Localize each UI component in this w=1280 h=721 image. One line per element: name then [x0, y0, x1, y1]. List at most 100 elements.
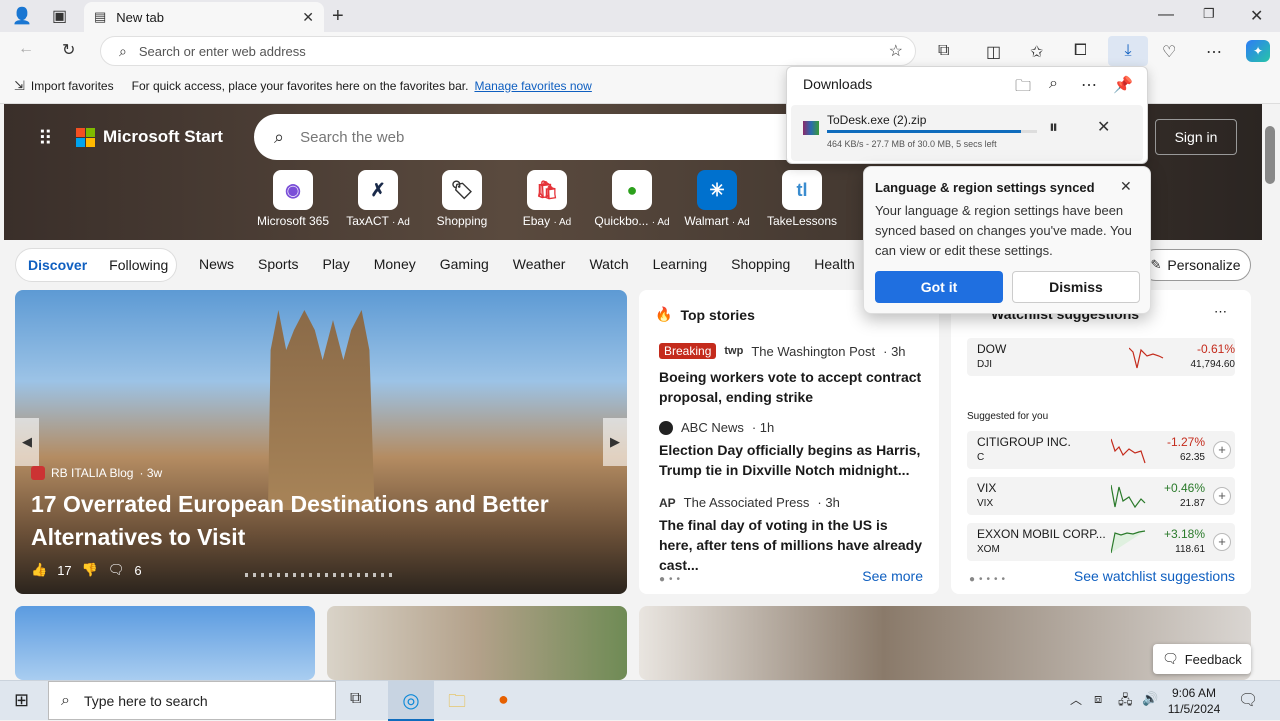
see-watchlist-link[interactable]: See watchlist suggestions — [1074, 568, 1235, 584]
network-icon[interactable]: 🖧 — [1118, 691, 1133, 713]
quick-link-takelessons[interactable]: tl TakeLessons — [762, 170, 842, 228]
stock-row-dow[interactable]: DOW DJI -0.61% 41,794.60 — [967, 338, 1235, 376]
maximize-button[interactable]: ❐ — [1203, 6, 1215, 22]
see-more-link[interactable]: See more — [862, 568, 923, 584]
nav-sports[interactable]: Sports — [258, 256, 298, 272]
fire-icon: 🔥 — [655, 306, 673, 322]
task-view-icon[interactable]: ⧉ — [350, 690, 361, 708]
nav-shopping[interactable]: Shopping — [731, 256, 790, 272]
web-search-input[interactable]: ⌕ Search the web — [254, 114, 814, 160]
quick-link-quickbooks[interactable]: ● Quickbo... · Ad — [592, 170, 672, 228]
popup-title: Language & region settings synced — [875, 180, 1095, 195]
tab-new-tab[interactable]: ▤ New tab ✕ — [84, 2, 324, 32]
clock[interactable]: 9:06 AM 11/5/2024 — [1166, 685, 1222, 717]
nav-money[interactable]: Money — [374, 256, 416, 272]
pause-icon[interactable]: ⏸ — [1049, 117, 1058, 138]
firefox-icon[interactable]: ● — [498, 689, 509, 710]
volume-icon[interactable]: 🔊 — [1142, 691, 1158, 707]
tray-icon[interactable]: ⧈ — [1094, 691, 1102, 707]
search-downloads-icon[interactable]: ⌕ — [1049, 75, 1058, 93]
more-menu-icon[interactable]: ⋯ — [1206, 42, 1222, 62]
nav-weather[interactable]: Weather — [513, 256, 566, 272]
tab-following[interactable]: Following — [109, 257, 168, 273]
scrollbar[interactable] — [1262, 104, 1278, 680]
close-popup-icon[interactable]: ✕ — [1120, 178, 1132, 195]
file-explorer-icon[interactable]: 🗀 — [448, 689, 466, 719]
pagination-dots[interactable]: ●•• — [659, 574, 684, 585]
copilot-icon[interactable]: ✦ — [1246, 40, 1270, 62]
windows-start-icon[interactable]: ⊞ — [14, 690, 29, 711]
nav-news[interactable]: News — [199, 256, 234, 272]
carousel-next-button[interactable]: ▶ — [603, 418, 627, 466]
collections-icon[interactable]: ⧠ — [1074, 42, 1087, 60]
edge-taskbar-icon[interactable]: ◎ — [388, 681, 434, 721]
sign-in-button[interactable]: Sign in — [1155, 119, 1237, 155]
dislike-icon[interactable]: 👎 — [82, 562, 98, 578]
quick-link-taxact[interactable]: ✗ TaxACT · Ad — [338, 170, 418, 228]
carousel-prev-button[interactable]: ◀ — [15, 418, 39, 466]
notifications-icon[interactable]: 🗨 — [1238, 690, 1258, 710]
nav-play[interactable]: Play — [322, 256, 349, 272]
search-icon: ⌕ — [274, 126, 285, 147]
refresh-icon[interactable]: ↻ — [62, 40, 75, 60]
import-favorites-button[interactable]: Import favorites — [31, 79, 114, 93]
new-tab-button[interactable]: + — [332, 5, 344, 28]
tab-actions-icon[interactable]: ▣ — [52, 6, 67, 26]
manage-favorites-link[interactable]: Manage favorites now — [474, 79, 591, 93]
comment-icon[interactable]: 🗨 — [108, 562, 125, 578]
pin-icon[interactable]: 📌 — [1113, 75, 1133, 95]
hero-headline[interactable]: 17 Overrated European Destinations and B… — [31, 488, 591, 554]
tab-discover[interactable]: Discover — [28, 257, 87, 273]
article-card[interactable] — [15, 606, 315, 680]
microsoft-start-logo[interactable]: Microsoft Start — [76, 127, 223, 147]
profile-icon[interactable]: 👤 — [12, 6, 32, 26]
split-screen-icon[interactable]: ◫ — [986, 42, 1001, 62]
favorites-icon[interactable]: ✩ — [1030, 42, 1043, 62]
stock-row-vix[interactable]: VIX VIX +0.46% 21.87 + — [967, 477, 1235, 515]
story-headline[interactable]: The final day of voting in the US is her… — [659, 515, 924, 575]
story-headline[interactable]: Boeing workers vote to accept contract p… — [659, 367, 924, 407]
more-options-icon[interactable]: ⋯ — [1214, 304, 1227, 320]
add-to-watchlist-button[interactable]: + — [1213, 487, 1231, 505]
story-headline[interactable]: Election Day officially begins as Harris… — [659, 440, 924, 480]
article-card[interactable] — [327, 606, 627, 680]
back-icon[interactable]: ← — [18, 40, 34, 58]
quick-link-microsoft-365[interactable]: ◉ Microsoft 365 — [253, 170, 333, 228]
nav-watch[interactable]: Watch — [589, 256, 628, 272]
apps-grid-icon[interactable]: ⠿ — [38, 126, 53, 151]
got-it-button[interactable]: Got it — [875, 271, 1003, 303]
address-bar[interactable]: ⌕ Search or enter web address ☆ — [100, 36, 916, 66]
favorite-star-icon[interactable]: ☆ — [889, 41, 903, 61]
feed-toggle: Discover Following — [15, 248, 177, 282]
stock-row-exxon[interactable]: EXXON MOBIL CORP... XOM +3.18% 118.61 + — [967, 523, 1235, 561]
cancel-download-icon[interactable]: ✕ — [1097, 117, 1110, 137]
downloads-icon[interactable]: ⤓ — [1108, 36, 1148, 66]
feedback-button[interactable]: 🗨 Feedback — [1153, 644, 1251, 674]
open-folder-icon[interactable]: 🗀 — [1015, 75, 1031, 102]
feedback-icon: 🗨 — [1162, 651, 1179, 666]
stock-row-citigroup[interactable]: CITIGROUP INC. C -1.27% 62.35 + — [967, 431, 1235, 469]
hero-article[interactable]: ◀ ▶ RB ITALIA Blog · 3w 17 Overrated Euro… — [15, 290, 627, 594]
nav-health[interactable]: Health — [814, 256, 854, 272]
carousel-dots[interactable] — [245, 573, 395, 577]
extensions-icon[interactable]: ⧉ — [938, 42, 949, 60]
browser-essentials-icon[interactable]: ♡ — [1162, 42, 1176, 62]
dismiss-button[interactable]: Dismiss — [1012, 271, 1140, 303]
nav-gaming[interactable]: Gaming — [440, 256, 489, 272]
personalize-button[interactable]: ✎ Personalize — [1140, 249, 1251, 281]
add-to-watchlist-button[interactable]: + — [1213, 533, 1231, 551]
minimize-button[interactable]: — — [1158, 6, 1174, 24]
like-icon[interactable]: 👍 — [31, 562, 47, 578]
show-hidden-icons[interactable]: ︿ — [1070, 691, 1082, 708]
download-item[interactable]: ToDesk.exe (2).zip 464 KB/s - 27.7 MB of… — [791, 105, 1143, 161]
quick-link-walmart[interactable]: ✳ Walmart · Ad — [677, 170, 757, 228]
close-tab-icon[interactable]: ✕ — [302, 9, 314, 26]
more-options-icon[interactable]: ⋯ — [1081, 75, 1097, 95]
close-window-button[interactable]: ✕ — [1250, 6, 1263, 26]
taskbar-search[interactable]: ⌕ Type here to search — [48, 681, 336, 720]
add-to-watchlist-button[interactable]: + — [1213, 441, 1231, 459]
pagination-dots[interactable]: ●•••• — [969, 574, 1009, 585]
quick-link-ebay[interactable]: 🛍 Ebay · Ad — [507, 170, 587, 228]
nav-learning[interactable]: Learning — [653, 256, 708, 272]
quick-link-shopping[interactable]: 🏷 Shopping — [422, 170, 502, 228]
